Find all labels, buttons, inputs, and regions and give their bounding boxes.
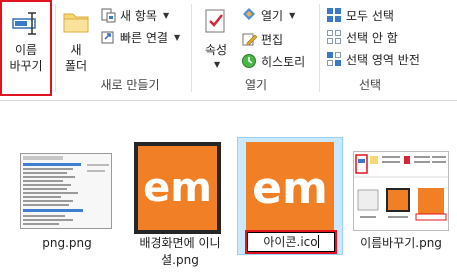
rename-input-highlight-box <box>245 230 337 254</box>
open-label: 열기 <box>261 8 284 23</box>
em-logo-text: em <box>252 162 328 214</box>
em-logo-text: em <box>143 165 212 211</box>
file-name: 배경화면에 이니 셜.png <box>122 235 238 269</box>
edit-button[interactable]: 편집 <box>241 29 283 49</box>
open-icon <box>241 7 257 23</box>
chevron-down-icon: ▼ <box>214 60 221 69</box>
edit-icon <box>241 31 258 47</box>
select-all-label: 모두 선택 <box>346 8 394 23</box>
select-none-label: 선택 안 함 <box>346 30 398 45</box>
file-item[interactable]: png.png <box>12 141 122 271</box>
group-label-open: 열기 <box>244 78 268 92</box>
select-all-icon <box>326 7 342 23</box>
select-none-icon <box>326 29 342 45</box>
new-item-label: 새 항목 <box>120 8 157 23</box>
file-item[interactable]: 이름바꾸기.png <box>345 141 457 271</box>
easy-access-icon <box>100 29 116 45</box>
select-all-button[interactable]: 모두 선택 <box>326 5 394 25</box>
folder-icon <box>63 13 89 33</box>
separator <box>55 4 56 92</box>
chevron-down-icon: ▼ <box>162 10 170 20</box>
history-label: 히스토리 <box>261 54 306 69</box>
file-thumbnail-screenshot <box>20 153 112 229</box>
new-item-button[interactable]: 새 항목 ▼ <box>100 5 169 25</box>
select-none-button[interactable]: 선택 안 함 <box>326 27 398 47</box>
history-icon <box>241 53 257 69</box>
easy-access-button[interactable]: 빠른 연결 ▼ <box>100 27 180 47</box>
edit-label: 편집 <box>261 32 284 47</box>
file-thumbnail-screenshot <box>353 151 449 231</box>
properties-label: 속성 <box>204 43 228 57</box>
history-button[interactable]: 히스토리 <box>241 51 305 71</box>
chevron-down-icon: ▼ <box>289 10 296 20</box>
file-name: png.png <box>42 236 92 250</box>
new-folder-line2: 폴더 <box>64 59 88 73</box>
file-name-line1: 배경화면에 이니 <box>139 236 221 250</box>
new-folder-line1: 새 <box>70 43 82 57</box>
file-area: png.png em 배경화면에 이니 셜.png em 아이콘.ico 이름바… <box>0 101 457 278</box>
invert-selection-button[interactable]: 선택 영역 반전 <box>326 49 420 69</box>
group-label-select: 선택 <box>358 78 382 92</box>
em-logo-tile: em <box>246 142 334 234</box>
file-name-line2: 셜.png <box>161 253 199 267</box>
invert-selection-label: 선택 영역 반전 <box>346 52 420 67</box>
properties-check-icon <box>205 9 225 33</box>
rename-highlight-box <box>0 0 52 96</box>
invert-selection-icon <box>326 51 342 67</box>
chevron-down-icon: ▼ <box>173 32 181 42</box>
new-item-icon <box>100 7 116 23</box>
open-button[interactable]: 열기 ▼ <box>241 5 295 25</box>
group-label-new: 새로 만들기 <box>100 78 160 92</box>
em-logo-tile: em <box>138 146 217 230</box>
ribbon: 이름 바꾸기 새 폴더 새 항목 ▼ 빠른 연결 ▼ 새로 만들기 속성 ▼ 열… <box>0 0 457 101</box>
file-name: 이름바꾸기.png <box>360 236 442 250</box>
properties-button[interactable]: 속성 ▼ <box>196 2 236 74</box>
separator <box>191 4 192 92</box>
file-thumbnail: em <box>134 142 221 234</box>
easy-access-label: 빠른 연결 <box>120 30 168 45</box>
new-folder-button[interactable]: 새 폴더 <box>58 2 94 74</box>
file-item[interactable]: em 배경화면에 이니 셜.png <box>122 141 232 275</box>
